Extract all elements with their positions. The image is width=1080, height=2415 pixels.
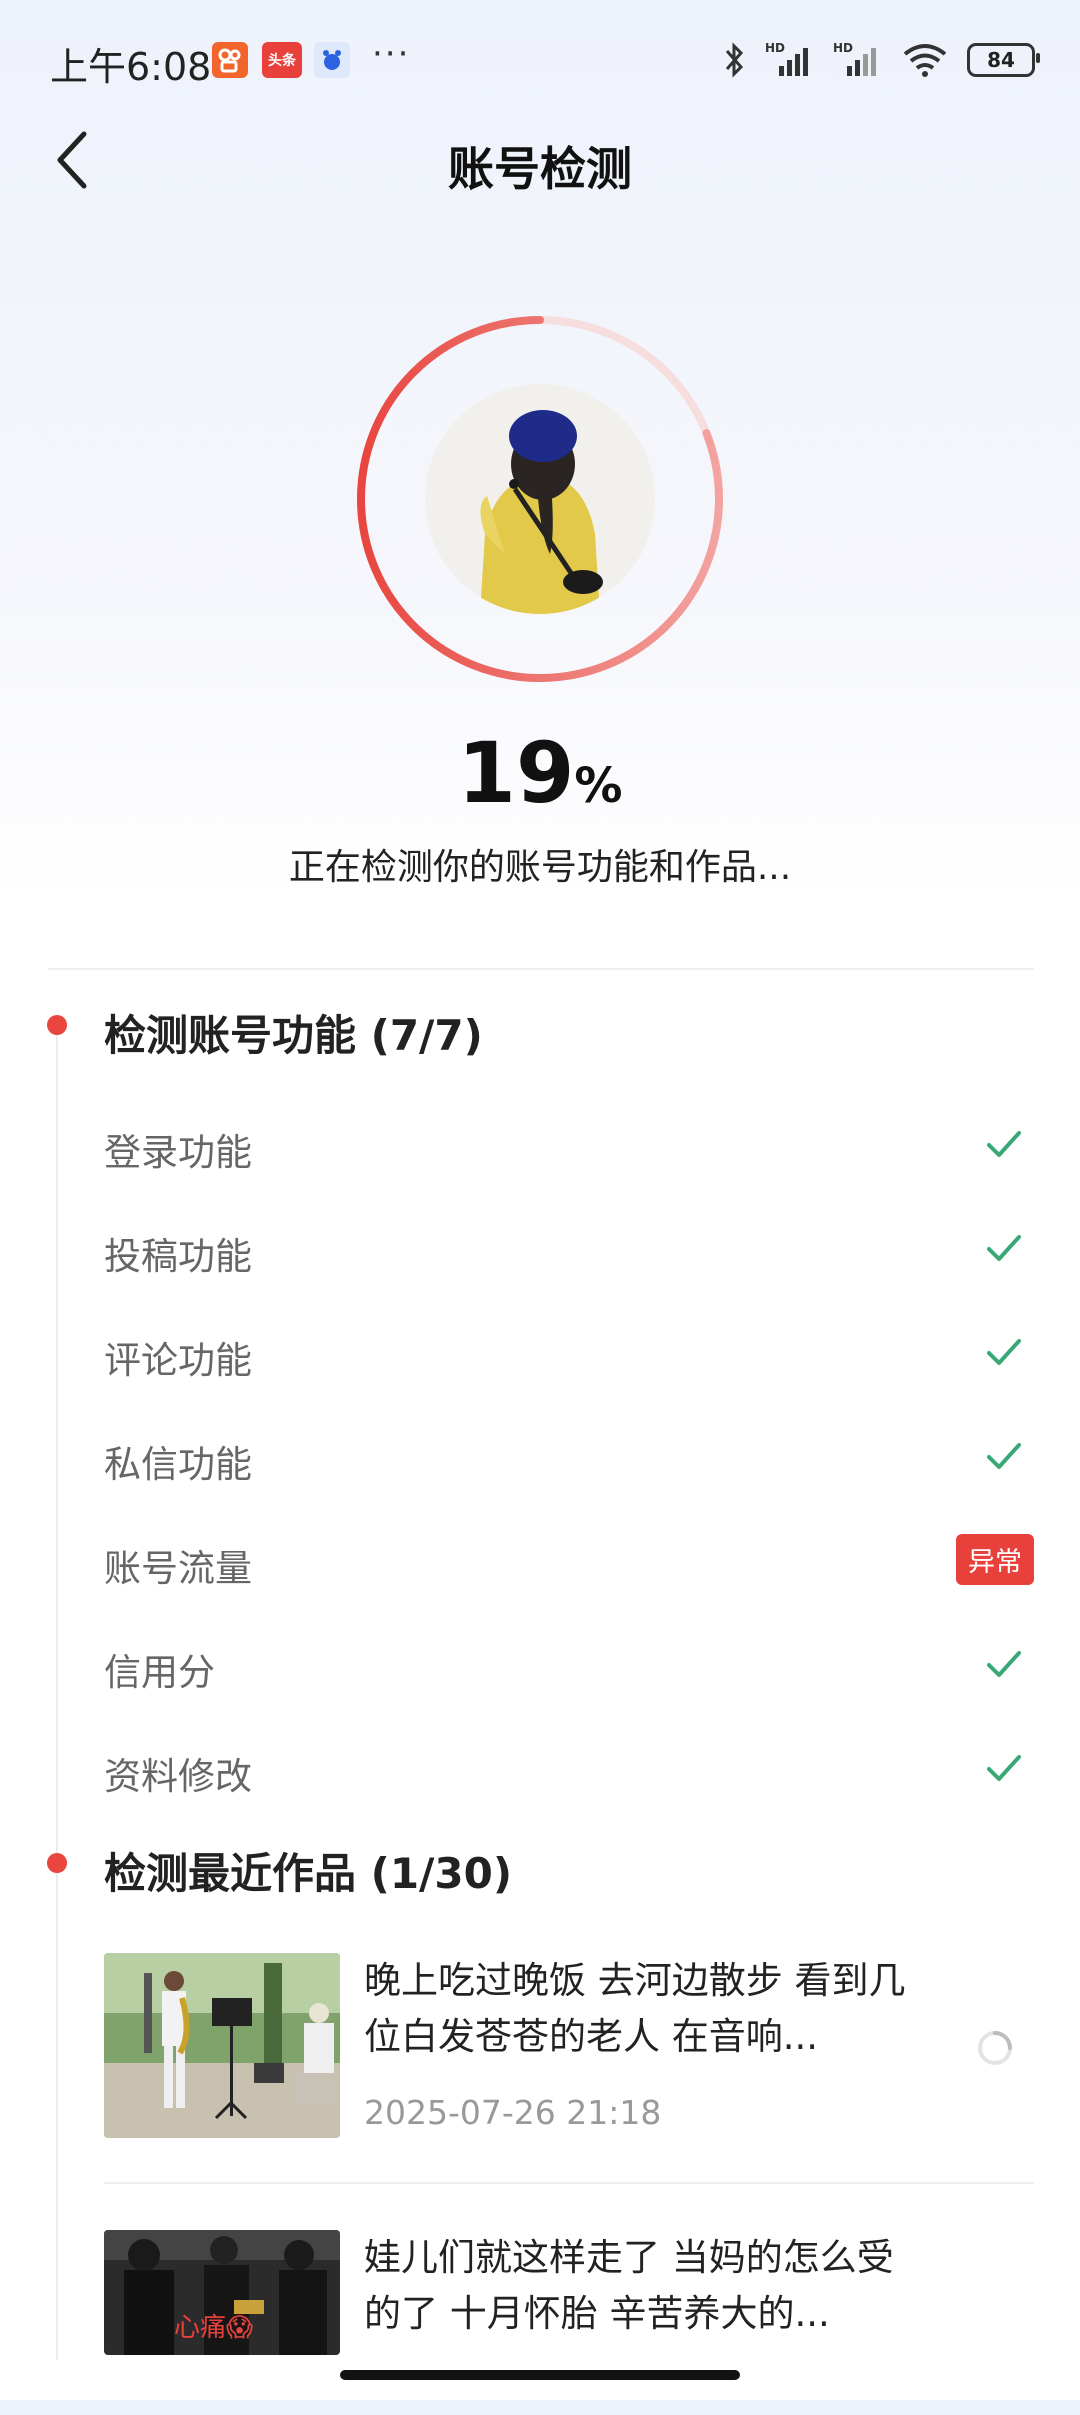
- toutiao-app-icon: 头条: [262, 42, 302, 78]
- kuaishou-app-icon: [212, 42, 248, 78]
- home-indicator[interactable]: [340, 2370, 740, 2380]
- timeline-line: [56, 1030, 58, 2360]
- avatar: [425, 384, 655, 614]
- status-time: 上午6:08: [50, 45, 212, 89]
- more-notifications-icon: ···: [372, 34, 411, 74]
- work-title: 晚上吃过晚饭 去河边散步 看到几位白发苍苍的老人 在音响...: [364, 1959, 906, 2058]
- page-title: 账号检测: [448, 142, 632, 196]
- abnormal-badge: 异常: [956, 1534, 1034, 1585]
- function-label: 评论功能: [104, 1339, 252, 1382]
- progress-percent: 19%: [0, 724, 1080, 822]
- divider: [48, 968, 1034, 970]
- checkmark-icon: [984, 1748, 1024, 1792]
- svg-text:HD: HD: [833, 41, 853, 55]
- function-label: 账号流量: [104, 1547, 252, 1590]
- signal-icon-1: HD: [765, 41, 808, 76]
- status-icons: HD HD 84: [723, 38, 1040, 82]
- thumbnail-overlay-text: 心痛😱: [174, 2313, 253, 2343]
- status-badge: 异常: [956, 1534, 1034, 1585]
- function-label: 登录功能: [104, 1131, 252, 1174]
- signal-icon-2: HD: [833, 41, 876, 76]
- function-label: 投稿功能: [104, 1235, 252, 1278]
- divider: [104, 2182, 1034, 2184]
- work-thumbnail: [104, 1953, 340, 2138]
- top-bar: 账号检测: [0, 125, 1080, 196]
- function-row: 私信功能: [104, 1422, 1034, 1492]
- wifi-icon: [903, 44, 947, 77]
- function-row: 登录功能: [104, 1110, 1034, 1180]
- percent-unit: %: [574, 758, 623, 814]
- function-row: 资料修改: [104, 1734, 1034, 1804]
- timeline-dot-functions: [47, 1015, 67, 1035]
- loading-spinner-icon: [978, 2031, 1012, 2065]
- battery-indicator: 84: [967, 43, 1040, 77]
- work-item[interactable]: 晚上吃过晚饭 去河边散步 看到几位白发苍苍的老人 在音响... 2025-07-…: [104, 1953, 1034, 2138]
- work-thumbnail: 心痛😱: [104, 2230, 340, 2355]
- checkmark-icon: [984, 1124, 1024, 1168]
- checkmark-icon: [984, 1332, 1024, 1376]
- function-row: 评论功能: [104, 1318, 1034, 1388]
- function-row: 信用分: [104, 1630, 1034, 1700]
- timeline-dot-works: [47, 1853, 67, 1873]
- checkmark-icon: [984, 1436, 1024, 1480]
- baidu-app-icon: [314, 42, 350, 78]
- function-label: 信用分: [104, 1651, 215, 1694]
- functions-section-title: 检测账号功能 (7/7): [104, 1011, 483, 1060]
- bluetooth-icon: [725, 42, 744, 78]
- work-date: 2025-07-26 21:18: [364, 2093, 662, 2132]
- work-item[interactable]: 心痛😱 娃儿们就这样走了 当妈的怎么受的了 十月怀胎 辛苦养大的...: [104, 2230, 1034, 2415]
- status-bar: 上午6:08 头条 ··· HD HD 84: [0, 0, 1080, 125]
- function-row: 投稿功能: [104, 1214, 1034, 1284]
- checkmark-icon: [984, 1228, 1024, 1272]
- works-section-title: 检测最近作品 (1/30): [104, 1849, 513, 1898]
- work-title: 娃儿们就这样走了 当妈的怎么受的了 十月怀胎 辛苦养大的...: [364, 2236, 894, 2335]
- function-row: 账号流量 异常: [104, 1526, 1034, 1596]
- svg-text:HD: HD: [765, 41, 785, 55]
- function-label: 资料修改: [104, 1755, 252, 1798]
- progress-status-text: 正在检测你的账号功能和作品...: [288, 847, 792, 888]
- function-label: 私信功能: [104, 1443, 252, 1486]
- percent-value: 19: [457, 724, 575, 822]
- checkmark-icon: [984, 1644, 1024, 1688]
